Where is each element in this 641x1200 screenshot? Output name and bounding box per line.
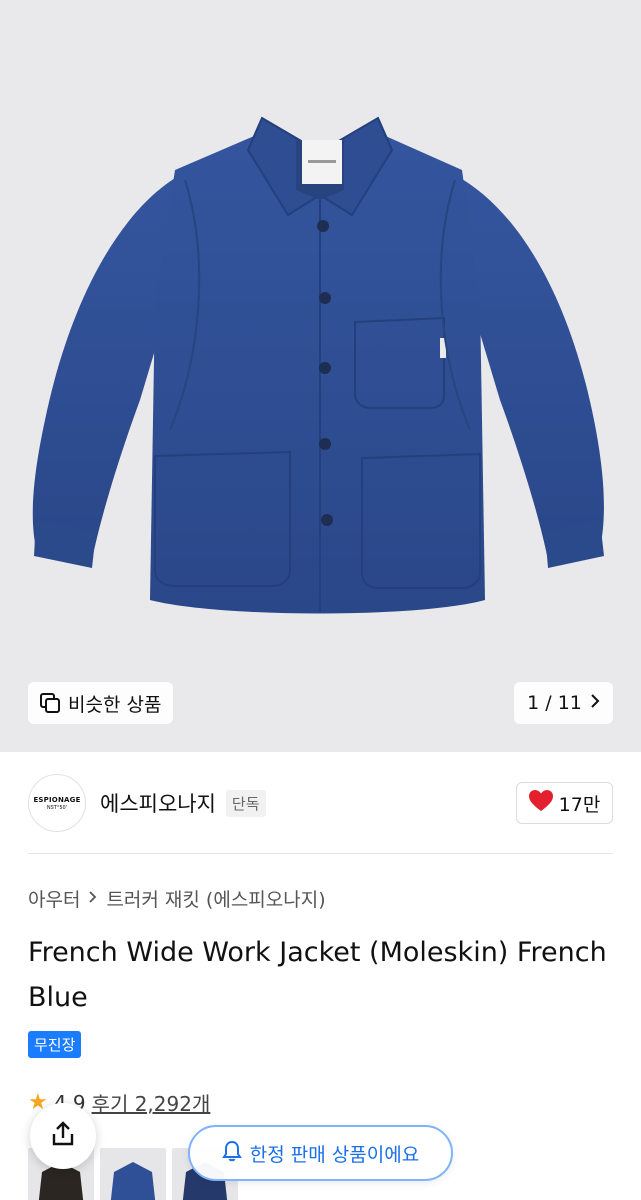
share-button[interactable] xyxy=(30,1103,96,1169)
breadcrumb-level2[interactable]: 트러커 재킷 (에스피오나지) xyxy=(106,885,325,912)
overlap-squares-icon xyxy=(38,691,62,715)
bell-icon xyxy=(221,1140,242,1167)
reviews-link[interactable]: 후기 2,292개 xyxy=(92,1088,211,1117)
breadcrumb: 아우터 트러커 재킷 (에스피오나지) xyxy=(28,885,326,912)
similar-products-label: 비슷한 상품 xyxy=(68,693,162,716)
thumbnail-blue[interactable] xyxy=(100,1148,166,1200)
similar-products-button[interactable]: 비슷한 상품 xyxy=(28,682,174,724)
exclusive-badge: 단독 xyxy=(225,789,266,817)
brand-name[interactable]: 에스피오나지 xyxy=(100,788,216,818)
share-icon xyxy=(49,1120,77,1152)
heart-icon xyxy=(528,789,553,817)
like-count: 17만 xyxy=(558,793,601,816)
brand-logo[interactable]: ESPIONAGE NST°50' xyxy=(28,774,86,832)
like-button[interactable]: 17만 xyxy=(516,782,613,824)
pager-text: 1 / 11 xyxy=(527,692,582,714)
limited-sale-notice[interactable]: 한정 판매 상품이에요 xyxy=(188,1125,453,1181)
breadcrumb-level1[interactable]: 아우터 xyxy=(28,885,80,912)
product-image[interactable]: 비슷한 상품 1 / 11 xyxy=(0,0,641,752)
limited-sale-text: 한정 판매 상품이에요 xyxy=(249,1143,420,1166)
promo-badge: 무진장 xyxy=(28,1031,82,1058)
divider xyxy=(28,853,613,854)
image-pager[interactable]: 1 / 11 xyxy=(514,682,613,724)
chevron-right-icon xyxy=(590,692,600,714)
chevron-right-icon xyxy=(88,888,98,909)
product-title: French Wide Work Jacket (Moleskin) Frenc… xyxy=(28,937,607,1013)
brand-row: ESPIONAGE NST°50' 에스피오나지 단독 17만 xyxy=(28,774,613,832)
jacket-illustration xyxy=(32,116,604,614)
